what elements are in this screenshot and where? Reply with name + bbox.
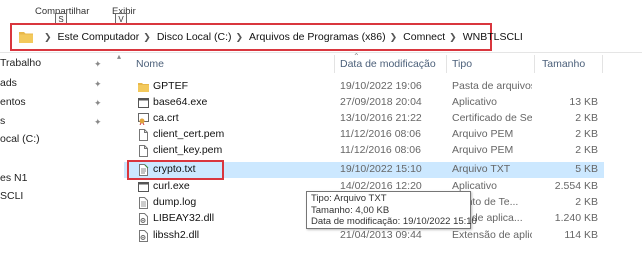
file-size: 13 KB <box>569 96 598 108</box>
selected-file-highlight <box>127 160 224 180</box>
column-size[interactable]: Tamanho <box>542 58 585 70</box>
nav-item-wnbtlscli[interactable]: SCLI <box>0 190 23 208</box>
tooltip-date: Data de modificação: 19/10/2022 15:10 <box>311 216 477 227</box>
file-name: dump.log <box>153 196 197 208</box>
file-icon <box>139 145 148 157</box>
file-size: 114 KB <box>564 229 598 241</box>
chevron-right-icon[interactable]: ❯ <box>449 32 457 43</box>
file-name: GPTEF <box>153 80 189 92</box>
dll-icon <box>139 213 148 225</box>
pin-icon[interactable]: ✦ <box>94 79 102 90</box>
file-type: Arquivo PEM <box>452 144 514 156</box>
file-type: Arquivo TXT <box>452 163 511 175</box>
breadcrumb: ❯ Este Computador ❯ Disco Local (C:) ❯ A… <box>40 25 523 49</box>
breadcrumb-this-pc[interactable]: Este Computador <box>58 31 140 43</box>
column-date[interactable]: Data de modificação <box>340 58 436 70</box>
certificate-icon <box>138 113 149 125</box>
tooltip-size: Tamanho: 4,00 KB <box>311 204 390 216</box>
file-row-base64[interactable]: base64.exe 27/09/2018 20:04 Aplicativo 1… <box>124 95 604 111</box>
file-type: Pasta de arquivos <box>452 80 532 92</box>
nav-item-es-n1[interactable]: es N1 <box>0 172 27 190</box>
address-bar[interactable]: ❯ Este Computador ❯ Disco Local (C:) ❯ A… <box>10 23 523 51</box>
file-date: 21/04/2013 09:44 <box>340 229 422 241</box>
file-size: 2 KB <box>575 196 598 208</box>
folder-icon <box>19 32 33 43</box>
file-size: 5 KB <box>575 163 598 175</box>
file-type: Extensão de aplica... <box>452 229 532 241</box>
nav-item-trabalho[interactable]: Trabalho <box>0 57 41 75</box>
file-name: client_cert.pem <box>153 128 225 140</box>
chevron-right-icon[interactable]: ❯ <box>390 32 398 43</box>
file-row-ca-crt[interactable]: ca.crt 13/10/2016 21:22 Certificado de S… <box>124 111 604 127</box>
pin-icon[interactable]: ✦ <box>94 59 102 70</box>
nav-item-local-disk[interactable]: ocal (C:) <box>0 133 40 151</box>
file-info-tooltip: Tipo: Arquivo TXT Tamanho: 4,00 KB Data … <box>306 191 477 229</box>
file-date: 11/12/2016 08:06 <box>340 144 421 156</box>
tooltip-type: Tipo: Arquivo TXT <box>311 193 387 204</box>
file-type: Arquivo PEM <box>452 128 514 140</box>
file-date: 11/12/2016 08:06 <box>340 128 421 140</box>
file-size: 1.240 KB <box>554 212 598 224</box>
nav-item-downloads[interactable]: ads <box>0 77 17 95</box>
file-size: 2 KB <box>575 112 598 124</box>
file-type: Certificado de Seg... <box>452 112 532 124</box>
pin-icon[interactable]: ✦ <box>94 117 102 128</box>
navigation-pane: Trabalho ✦ ads ✦ entos ✦ s ✦ ocal (C:) e… <box>0 53 112 260</box>
nav-item-documentos[interactable]: entos <box>0 96 26 114</box>
breadcrumb-local-disk[interactable]: Disco Local (C:) <box>157 31 232 43</box>
column-divider[interactable] <box>602 55 603 73</box>
nav-item-imagens[interactable]: s <box>0 115 5 133</box>
file-name: libssh2.dll <box>153 229 200 241</box>
file-row-client-cert[interactable]: client_cert.pem 11/12/2016 08:06 Arquivo… <box>124 127 604 143</box>
file-name: LIBEAY32.dll <box>153 212 215 224</box>
file-size: 2 KB <box>575 128 598 140</box>
column-type[interactable]: Tipo <box>452 58 472 70</box>
column-divider[interactable] <box>446 55 447 73</box>
ribbon: Compartilhar S Exibir V <box>0 0 642 26</box>
file-name: ca.crt <box>153 112 179 124</box>
pin-icon[interactable]: ✦ <box>94 98 102 109</box>
column-header: Nome ⌃ Data de modificação Tipo Tamanho <box>124 52 624 73</box>
file-name: client_key.pem <box>153 144 223 156</box>
column-divider[interactable] <box>334 55 335 73</box>
log-file-icon <box>139 197 148 209</box>
chevron-right-icon[interactable]: ❯ <box>236 32 244 43</box>
folder-icon <box>138 83 149 92</box>
file-type: Aplicativo <box>452 96 497 108</box>
chevron-right-icon[interactable]: ❯ <box>44 32 52 43</box>
column-name[interactable]: Nome <box>136 58 164 70</box>
file-size: 2.554 KB <box>554 180 598 192</box>
scroll-up-icon[interactable]: ▴ <box>114 52 124 62</box>
file-name: base64.exe <box>153 96 208 108</box>
file-row-gptef[interactable]: GPTEF 19/10/2022 19:06 Pasta de arquivos <box>124 79 604 95</box>
breadcrumb-program-files[interactable]: Arquivos de Programas (x86) <box>249 31 386 43</box>
breadcrumb-wnbtlscli[interactable]: WNBTLSCLI <box>463 31 523 43</box>
file-date: 27/09/2018 20:04 <box>340 96 422 108</box>
file-row-libssh2[interactable]: libssh2.dll 21/04/2013 09:44 Extensão de… <box>124 228 604 244</box>
breadcrumb-comnect[interactable]: Comnect <box>403 31 445 43</box>
file-date: 19/10/2022 19:06 <box>340 80 422 92</box>
file-size: 2 KB <box>575 144 598 156</box>
exe-icon <box>138 182 149 192</box>
file-icon <box>139 129 148 141</box>
file-row-client-key[interactable]: client_key.pem 11/12/2016 08:06 Arquivo … <box>124 143 604 159</box>
column-divider[interactable] <box>534 55 535 73</box>
exe-icon <box>138 98 149 108</box>
file-date: 13/10/2016 21:22 <box>340 112 422 124</box>
file-name: curl.exe <box>153 180 190 192</box>
dll-icon <box>139 230 148 242</box>
chevron-right-icon[interactable]: ❯ <box>143 32 151 43</box>
file-date: 19/10/2022 15:10 <box>340 163 422 175</box>
